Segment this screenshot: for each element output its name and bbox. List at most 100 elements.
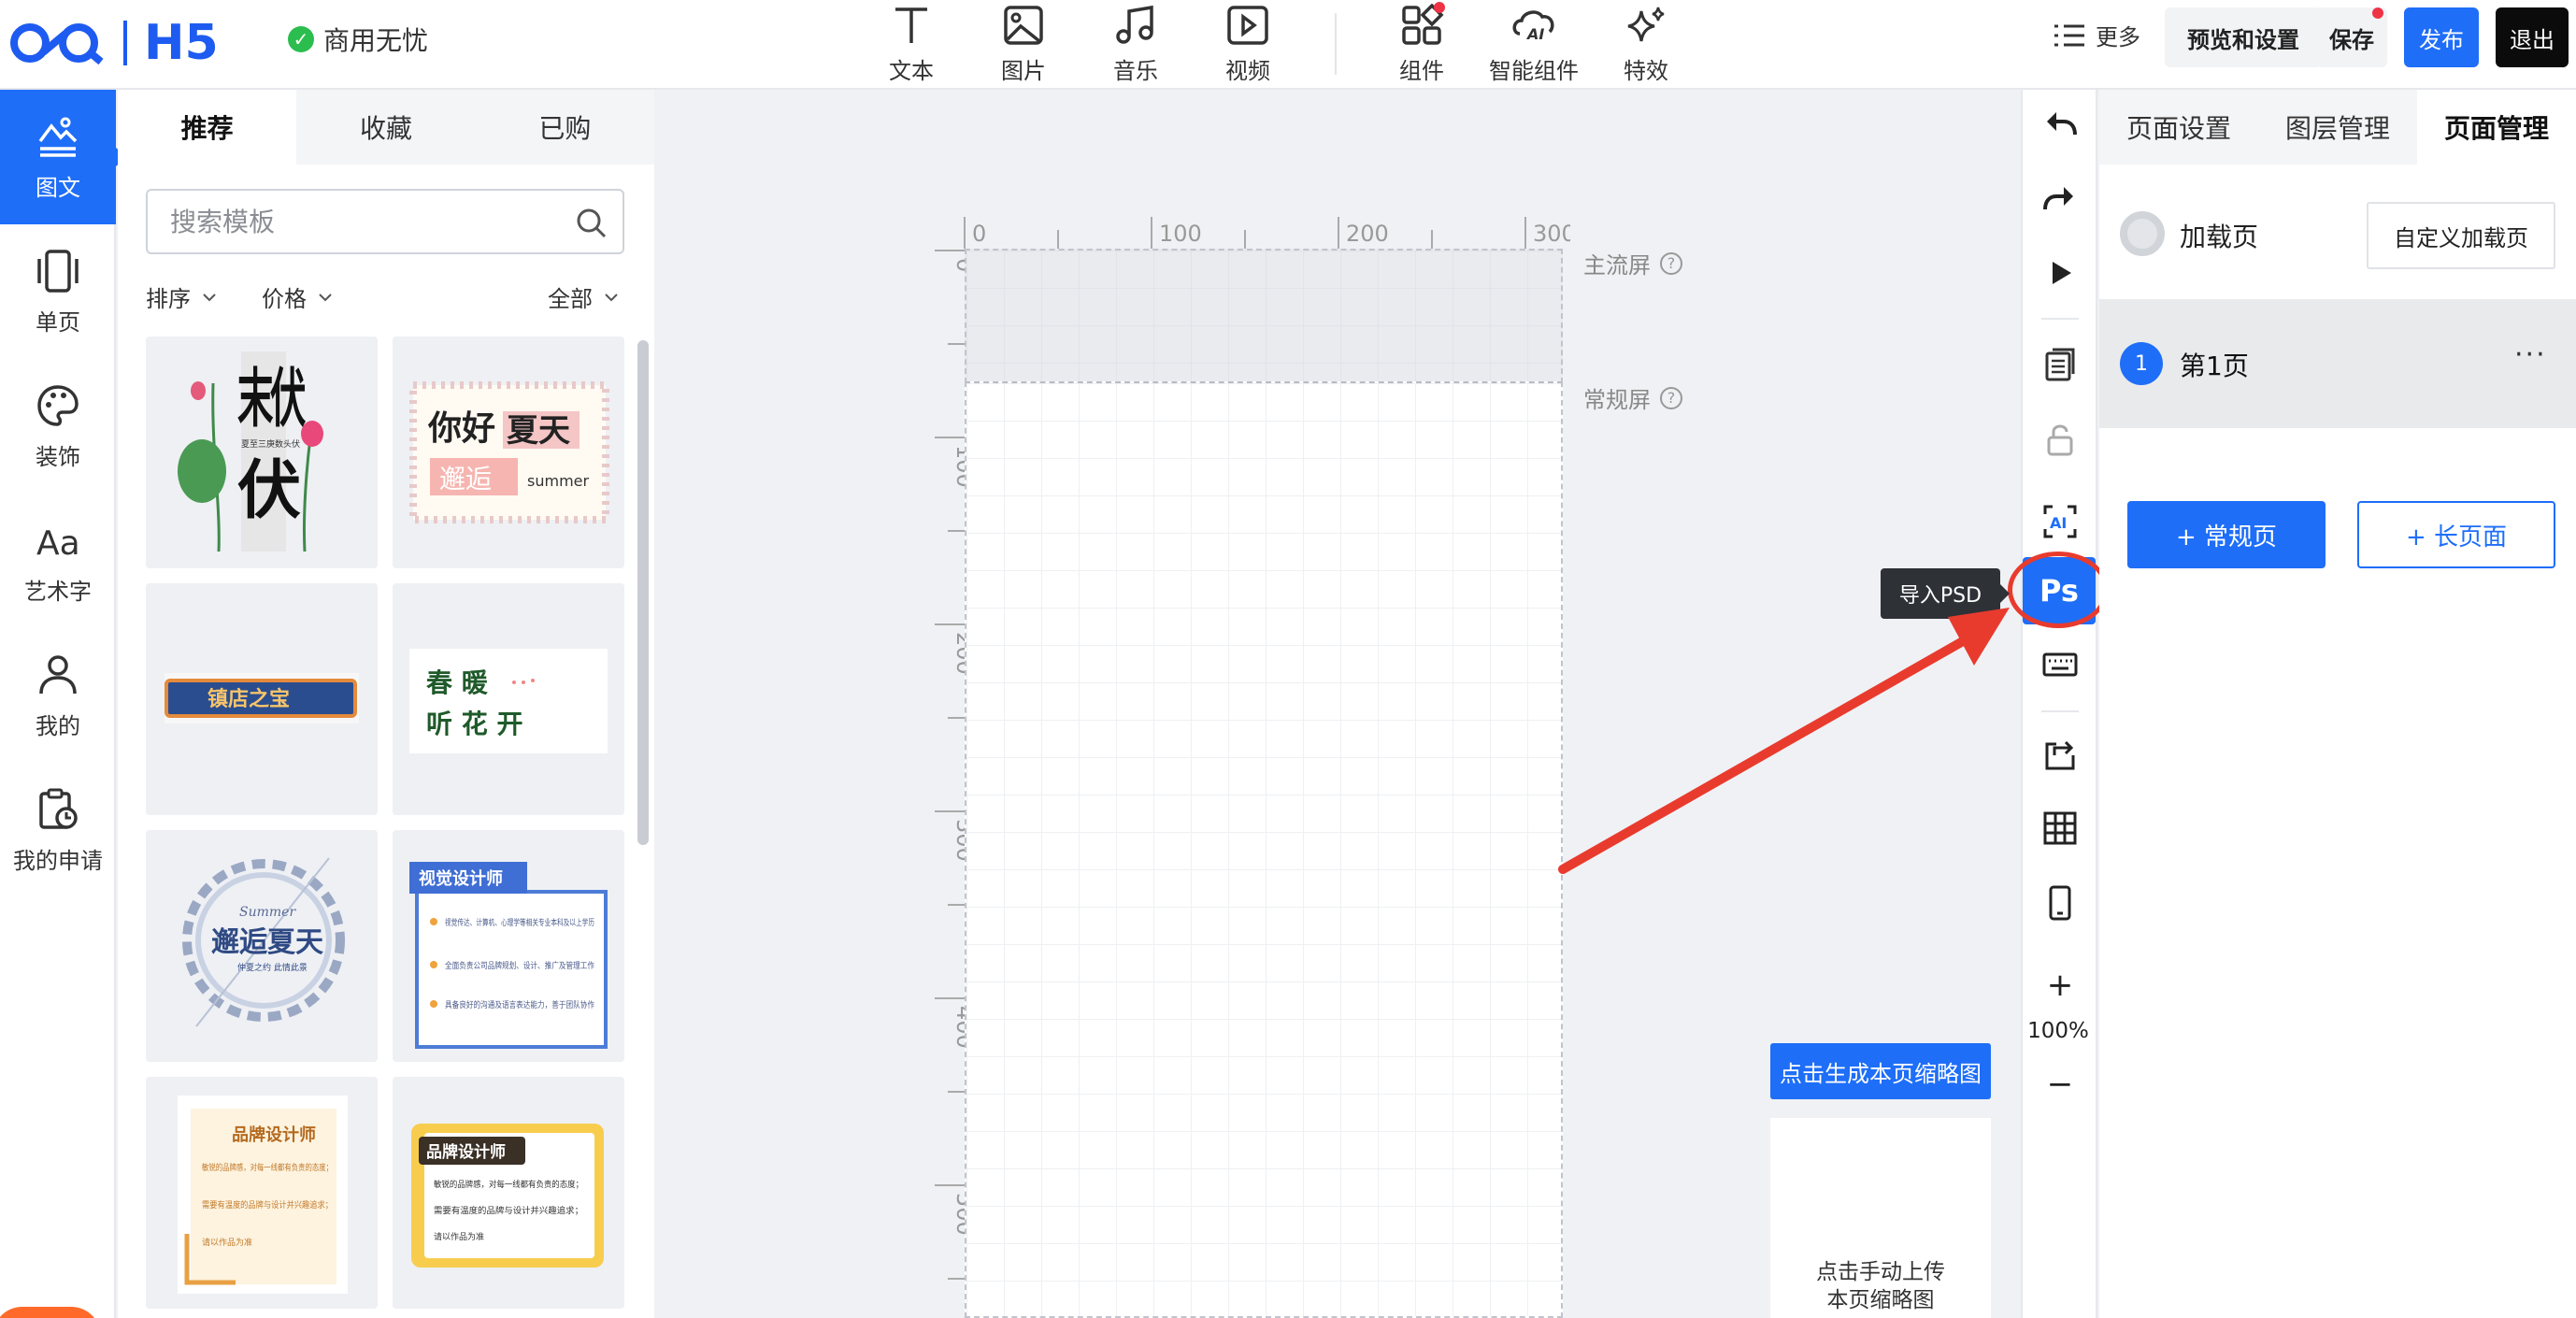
add-normal-page-button[interactable]: + 常规页 bbox=[2127, 501, 2326, 568]
all-filter[interactable]: 全部 bbox=[548, 280, 619, 313]
template-card[interactable]: 品牌设计师 敏锐的品牌感，对每一线都有负责的态度； 需要有温度的品牌与设计并兴趣… bbox=[146, 1077, 378, 1309]
template-card[interactable]: 视觉设计师 视觉传达、计算机、心理学等相关专业本科及以上学历 全面负责公司品牌规… bbox=[393, 830, 624, 1062]
help-icon[interactable]: ? bbox=[1660, 386, 1682, 409]
template-thumbnail: Summer 邂逅夏天 仲夏之约 此情此景 bbox=[182, 857, 345, 1027]
filter-bar: 排序 价格 全部 bbox=[146, 280, 626, 318]
svg-text:0: 0 bbox=[972, 221, 986, 247]
tool-text[interactable]: 文本 bbox=[860, 0, 963, 90]
commercial-label: 商用无忧 bbox=[323, 25, 429, 56]
right-toolbar: AI + − bbox=[2021, 90, 2097, 1318]
image-icon bbox=[1004, 6, 1043, 45]
check-icon: ✓ bbox=[288, 26, 314, 52]
template-card[interactable]: 你好 夏天 邂逅 summer bbox=[393, 337, 624, 568]
svg-text:春 暖: 春 暖 bbox=[426, 667, 489, 698]
generate-thumbnail-button[interactable]: 点击生成本页缩略图 bbox=[1770, 1043, 1991, 1099]
zoom-level: 100% bbox=[2027, 1019, 2089, 1043]
tab-page-management[interactable]: 页面管理 bbox=[2417, 90, 2576, 165]
undo-button[interactable] bbox=[2023, 95, 2097, 151]
svg-text:听 花 开: 听 花 开 bbox=[426, 709, 523, 739]
tab-favorites[interactable]: 收藏 bbox=[296, 90, 476, 165]
copy-page-button[interactable] bbox=[2023, 337, 2097, 393]
publish-button[interactable]: 发布 bbox=[2404, 7, 2479, 67]
loading-page-label: 加载页 bbox=[2180, 222, 2259, 252]
svg-text:300: 300 bbox=[1533, 221, 1570, 247]
nav-my-application[interactable]: 我的申请 bbox=[0, 763, 116, 897]
template-search bbox=[146, 189, 624, 254]
template-card[interactable]: 品牌设计师 敏锐的品牌感，对每一线都有负责的态度； 需要有温度的品牌与设计并兴趣… bbox=[393, 1077, 624, 1309]
template-card[interactable]: 末伏 伏 夏至三庚数头伏 bbox=[146, 337, 378, 568]
mobile-preview-button[interactable] bbox=[2023, 875, 2097, 931]
unlock-icon bbox=[2047, 424, 2073, 456]
zoom-in-button[interactable]: + bbox=[2023, 957, 2097, 1013]
nav-mine[interactable]: 我的 bbox=[0, 628, 116, 763]
tool-effects[interactable]: 特效 bbox=[1595, 0, 1697, 90]
save-button[interactable]: 保存 bbox=[2316, 7, 2387, 67]
template-card[interactable]: 镇店之宝 bbox=[146, 583, 378, 815]
redo-button[interactable] bbox=[2023, 170, 2097, 226]
image-text-icon bbox=[38, 117, 78, 157]
add-long-page-button[interactable]: + 长页面 bbox=[2357, 501, 2555, 568]
art-text-icon: Aa bbox=[36, 524, 80, 563]
loading-toggle-icon[interactable] bbox=[2120, 211, 2165, 256]
tool-image[interactable]: 图片 bbox=[972, 0, 1075, 90]
logo-separator bbox=[123, 21, 127, 65]
more-options-icon[interactable]: ··· bbox=[2514, 338, 2547, 371]
svg-text:仲夏之约 此情此景: 仲夏之约 此情此景 bbox=[237, 962, 308, 973]
preview-settings-button[interactable]: 预览和设置 bbox=[2165, 7, 2322, 67]
sort-filter[interactable]: 排序 bbox=[146, 280, 217, 313]
app-logo[interactable]: H5 bbox=[7, 15, 219, 71]
upload-thumbnail-area[interactable]: 点击手动上传 本页缩略图 bbox=[1770, 1118, 1991, 1318]
page-canvas[interactable] bbox=[965, 381, 1563, 1318]
tool-component[interactable]: 组件 bbox=[1370, 0, 1473, 90]
main-screen-label: 主流屏 ? bbox=[1583, 247, 1682, 279]
lock-button[interactable] bbox=[2023, 411, 2097, 467]
nav-image-text[interactable]: 图文 bbox=[0, 90, 127, 224]
page-list-item[interactable]: 1 第1页 ··· bbox=[2099, 299, 2576, 428]
application-icon bbox=[39, 788, 78, 829]
main-screen-area[interactable] bbox=[965, 249, 1563, 383]
tab-recommend[interactable]: 推荐 bbox=[118, 90, 297, 165]
sparkle-icon bbox=[1627, 7, 1665, 42]
tab-purchased[interactable]: 已购 bbox=[475, 90, 654, 165]
replace-page-button[interactable] bbox=[2023, 725, 2097, 781]
nav-decoration[interactable]: 装饰 bbox=[0, 359, 116, 494]
help-icon[interactable]: ? bbox=[1660, 251, 1682, 275]
nav-label: 图文 bbox=[36, 174, 80, 201]
tab-layer-management[interactable]: 图层管理 bbox=[2258, 90, 2417, 165]
ai-button[interactable]: AI bbox=[2023, 494, 2097, 550]
grid-button[interactable] bbox=[2023, 800, 2097, 856]
custom-loading-button[interactable]: 自定义加载页 bbox=[2367, 202, 2555, 269]
floating-widget[interactable] bbox=[0, 1307, 101, 1318]
template-scrollbar[interactable] bbox=[637, 340, 649, 845]
music-icon bbox=[1116, 5, 1153, 44]
price-label: 价格 bbox=[262, 286, 307, 312]
template-thumbnail: 视觉设计师 视觉传达、计算机、心理学等相关专业本科及以上学历 全面负责公司品牌规… bbox=[409, 862, 608, 1049]
template-thumbnail: 镇店之宝 bbox=[165, 673, 359, 723]
tool-music[interactable]: 音乐 bbox=[1084, 0, 1187, 90]
zoom-out-button[interactable]: − bbox=[2023, 1056, 2097, 1112]
video-icon bbox=[1227, 6, 1268, 45]
keyboard-button[interactable] bbox=[2023, 636, 2097, 692]
loading-page-row: 加载页 自定义加载页 bbox=[2099, 183, 2576, 286]
exit-button[interactable]: 退出 bbox=[2496, 7, 2569, 67]
svg-text:邂逅: 邂逅 bbox=[439, 464, 492, 494]
normal-screen-label: 常规屏 ? bbox=[1583, 381, 1682, 414]
logo-text: H5 bbox=[144, 15, 219, 71]
grid-icon bbox=[2043, 811, 2077, 845]
template-card[interactable]: 春 暖 听 花 开 bbox=[393, 583, 624, 815]
nav-art-text[interactable]: Aa 艺术字 bbox=[0, 494, 116, 628]
more-menu[interactable]: 更多 bbox=[2053, 19, 2140, 51]
tab-page-settings[interactable]: 页面设置 bbox=[2099, 90, 2258, 165]
play-button[interactable] bbox=[2023, 245, 2097, 301]
nav-single-page[interactable]: 单页 bbox=[0, 224, 116, 359]
search-icon[interactable] bbox=[576, 208, 608, 239]
template-card[interactable]: Summer 邂逅夏天 仲夏之约 此情此景 bbox=[146, 830, 378, 1062]
search-input[interactable] bbox=[170, 206, 563, 237]
price-filter[interactable]: 价格 bbox=[262, 280, 333, 313]
tool-ai-component[interactable]: AI 智能组件 bbox=[1482, 0, 1585, 90]
more-label: 更多 bbox=[2096, 24, 2140, 50]
tool-video[interactable]: 视频 bbox=[1196, 0, 1299, 90]
svg-text:夏至三庚数头伏: 夏至三庚数头伏 bbox=[241, 438, 300, 450]
phone-icon bbox=[2049, 885, 2071, 921]
palette-icon bbox=[37, 384, 79, 426]
